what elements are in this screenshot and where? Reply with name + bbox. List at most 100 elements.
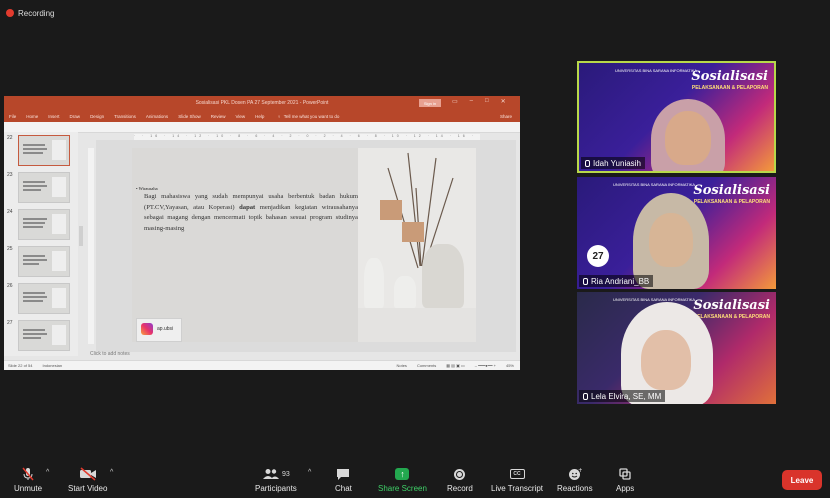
thumbnail-number: 27 <box>7 320 13 326</box>
zoom-slider[interactable]: – ━━━●━━ + <box>475 363 496 368</box>
unmute-label: Unmute <box>14 484 43 493</box>
unmute-button[interactable]: Unmute <box>14 467 42 493</box>
minimize-icon[interactable]: – <box>470 98 473 105</box>
comments-toggle[interactable]: Comments <box>417 363 436 368</box>
tab-file[interactable]: File <box>4 114 21 119</box>
recording-indicator: Recording <box>6 7 54 19</box>
close-icon[interactable]: ✕ <box>501 98 506 105</box>
video-off-icon <box>79 467 97 481</box>
current-slide[interactable]: • Wirausaha Bagi mahasiswa yang sudah me… <box>132 148 476 342</box>
share-screen-label: Share Screen <box>378 484 427 493</box>
thumbnail-number: 25 <box>7 246 13 252</box>
status-bar: Slide 22 of 54 Indonesian Notes Comments… <box>4 360 520 370</box>
microphone-muted-icon <box>21 467 35 481</box>
leave-button[interactable]: Leave <box>782 470 822 490</box>
live-transcript-label: Live Transcript <box>491 484 544 493</box>
banner-subtitle: PELAKSANAAN & PELAPORAN <box>693 199 770 205</box>
slide-thumbnail[interactable] <box>18 246 70 277</box>
slide-thumbnail[interactable] <box>18 209 70 240</box>
share-button[interactable]: Share <box>500 114 512 119</box>
tab-slide-show[interactable]: Slide Show <box>173 114 206 119</box>
participant-video-tile[interactable]: UNIVERSITAS BINA SARANA INFORMATIKA Sosi… <box>577 292 776 404</box>
participant-name-tag: Idah Yuniasih <box>581 157 645 169</box>
slide-thumbnail-selected[interactable] <box>18 135 70 166</box>
participant-video-tile[interactable]: UNIVERSITAS BINA SARANA INFORMATIKA Sosi… <box>577 177 776 289</box>
participant-face <box>665 111 711 165</box>
chat-button[interactable]: Chat <box>335 467 352 493</box>
tab-animations[interactable]: Animations <box>141 114 173 119</box>
closed-caption-icon: CC <box>509 469 525 479</box>
tab-insert[interactable]: Insert <box>43 114 64 119</box>
thumbnail-number: 26 <box>7 283 13 289</box>
participant-video-tile-active[interactable]: UNIVERSITAS BINA SARANA INFORMATIKA Sosi… <box>577 61 776 173</box>
start-video-label: Start Video <box>68 484 108 493</box>
slide-thumbnail-pane: 22 23 24 25 26 27 <box>4 132 78 356</box>
share-screen-arrow-icon: ↑ <box>395 468 410 480</box>
recording-dot-icon <box>6 9 14 17</box>
tab-view[interactable]: View <box>230 114 250 119</box>
vase-shape <box>422 244 464 308</box>
participant-name: Idah Yuniasih <box>593 158 641 168</box>
record-button[interactable]: Record <box>447 467 473 493</box>
reactions-button[interactable]: + Reactions <box>557 467 593 493</box>
tab-transitions[interactable]: Transitions <box>109 114 141 119</box>
chat-icon <box>336 467 350 481</box>
thumbnail-scrollbar[interactable] <box>79 226 83 246</box>
recording-label: Recording <box>18 8 55 18</box>
audio-options-chevron-icon[interactable]: ^ <box>46 469 49 476</box>
maximize-icon[interactable]: □ <box>485 98 489 105</box>
participant-face <box>641 330 691 390</box>
participant-name: Ria Andriani_BB <box>591 276 650 286</box>
date-badge: 27 <box>587 245 609 267</box>
participant-name-tag: Ria Andriani_BB <box>579 275 654 287</box>
slide-bullet-heading: • Wirausaha <box>136 186 158 191</box>
live-transcript-button[interactable]: CC Live Transcript <box>491 467 543 493</box>
participant-name: Lela Elvira, SE, MM <box>591 391 662 401</box>
horizontal-ruler: · · 16 · 14 · 12 · 10 · 8 · 6 · 4 · 2 · … <box>134 134 480 140</box>
language-indicator[interactable]: Indonesian <box>42 363 62 368</box>
banner-university: UNIVERSITAS BINA SARANA INFORMATIKA <box>615 68 698 73</box>
tell-me-search[interactable]: ♀ Tell me what you want to do <box>277 114 339 119</box>
banner-title: Sosialisasi <box>693 298 770 313</box>
record-label: Record <box>447 484 473 493</box>
instagram-badge: ap.ubsi <box>136 318 182 342</box>
tab-design[interactable]: Design <box>85 114 109 119</box>
banner-subtitle: PELAKSANAAN & PELAPORAN <box>691 85 768 91</box>
notes-pane[interactable]: Click to add notes <box>84 348 520 360</box>
microphone-icon <box>583 277 588 285</box>
notes-toggle[interactable]: Notes <box>396 363 406 368</box>
share-screen-button[interactable]: ↑ Share Screen <box>378 467 427 493</box>
banner-university: UNIVERSITAS BINA SARANA INFORMATIKA <box>613 297 696 302</box>
slide-thumbnail[interactable] <box>18 320 70 351</box>
tab-help[interactable]: Help <box>250 114 269 119</box>
shared-screen-powerpoint: Sosialisasi PKL Dosen PA 27 September 20… <box>4 96 520 370</box>
tab-draw[interactable]: Draw <box>65 114 86 119</box>
tab-review[interactable]: Review <box>206 114 231 119</box>
vase-shape <box>364 258 384 308</box>
svg-text:+: + <box>578 467 582 474</box>
tab-home[interactable]: Home <box>21 114 43 119</box>
slide-body-bold: dapat <box>239 203 256 211</box>
apps-icon <box>618 467 632 481</box>
smiley-plus-icon: + <box>568 467 582 481</box>
participants-icon: 93 <box>262 467 290 481</box>
participants-options-chevron-icon[interactable]: ^ <box>308 469 311 476</box>
thumbnail-number: 22 <box>7 135 13 141</box>
microphone-icon <box>585 159 590 167</box>
view-buttons[interactable]: ▦ ▤ ▣ ▭ <box>446 363 464 368</box>
sticky-note-shape <box>380 200 402 220</box>
start-video-button[interactable]: Start Video <box>68 467 107 493</box>
participants-button[interactable]: 93 Participants <box>255 467 297 493</box>
ribbon-tabs: File Home Insert Draw Design Transitions… <box>4 110 520 122</box>
slide-thumbnail[interactable] <box>18 172 70 203</box>
banner-title: Sosialisasi <box>691 69 768 84</box>
sign-in-button[interactable]: Sign in <box>419 99 441 107</box>
slide-thumbnail[interactable] <box>18 283 70 314</box>
ribbon-options-icon[interactable]: ▭ <box>452 98 458 105</box>
video-options-chevron-icon[interactable]: ^ <box>110 469 113 476</box>
apps-button[interactable]: Apps <box>616 467 634 493</box>
banner-university: UNIVERSITAS BINA SARANA INFORMATIKA <box>613 182 696 187</box>
vertical-ruler <box>88 148 94 344</box>
zoom-level[interactable]: 45% <box>506 363 514 368</box>
microphone-icon <box>583 392 588 400</box>
